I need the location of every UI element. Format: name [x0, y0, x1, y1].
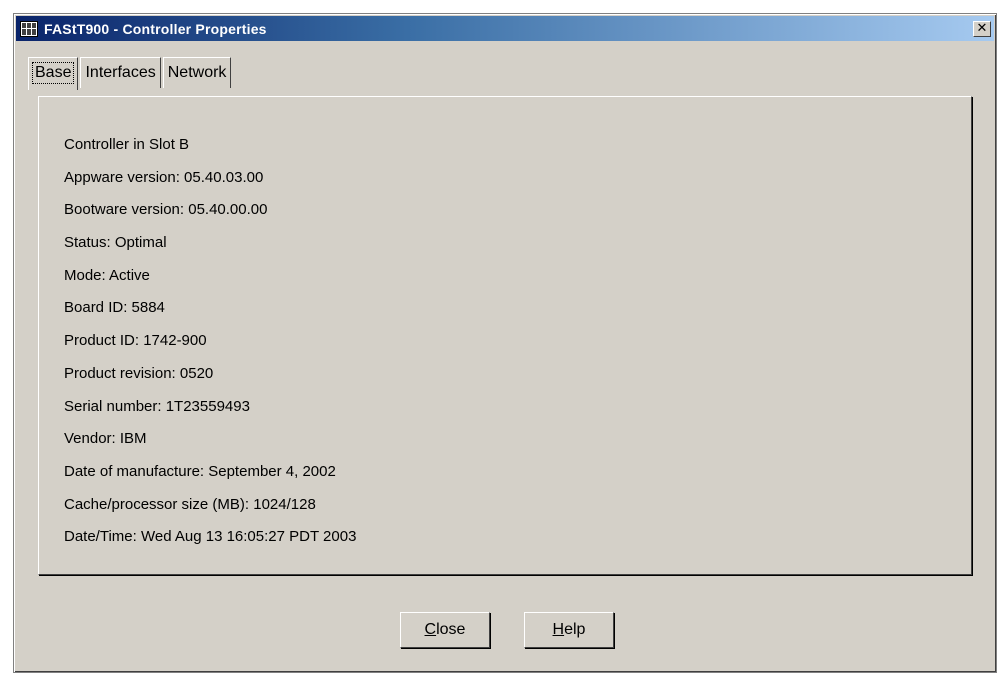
board-id-text: Board ID: 5884: [64, 299, 165, 317]
close-button-label: lose: [436, 621, 466, 638]
appware-version-text: Appware version: 05.40.03.00: [64, 168, 264, 186]
date-of-manufacture-text: Date of manufacture: September 4, 2002: [64, 462, 336, 480]
base-tab-panel: Controller in Slot B Appware version: 05…: [38, 96, 972, 575]
tab-network[interactable]: Network: [162, 57, 232, 88]
close-window-icon[interactable]: ✕: [973, 20, 991, 37]
cache-processor-size-text: Cache/processor size (MB): 1024/128: [64, 495, 316, 513]
title-bar[interactable]: FAStT900 - Controller Properties ✕: [16, 16, 994, 41]
close-button-mnemonic: C: [424, 621, 437, 638]
mode-text: Mode: Active: [64, 266, 150, 284]
tab-base-label: Base: [32, 62, 75, 84]
controller-slot-text: Controller in Slot B: [64, 136, 190, 153]
help-button-label: elp: [564, 621, 586, 638]
help-button-mnemonic: H: [552, 621, 565, 638]
property-list: Controller in Slot B Appware version: 05…: [64, 129, 356, 554]
date-time-text: Date/Time: Wed Aug 13 16:05:27 PDT 2003: [64, 528, 357, 546]
product-id-text: Product ID: 1742-900: [64, 332, 207, 350]
status-text: Status: Optimal: [64, 234, 167, 252]
product-revision-text: Product revision: 0520: [64, 364, 214, 382]
tab-interfaces[interactable]: Interfaces: [80, 57, 161, 88]
window-title: FAStT900 - Controller Properties: [44, 20, 267, 37]
tab-strip: Base Interfaces Network: [28, 57, 233, 90]
serial-number-text: Serial number: 1T23559493: [64, 397, 250, 415]
app-grid-icon: [20, 20, 38, 37]
dialog-buttons: Close Help: [400, 612, 614, 648]
help-button[interactable]: Help: [524, 612, 614, 648]
bootware-version-text: Bootware version: 05.40.00.00: [64, 201, 268, 219]
vendor-text: Vendor: IBM: [64, 430, 147, 448]
tab-base[interactable]: Base: [28, 57, 79, 90]
close-button[interactable]: Close: [400, 612, 490, 648]
